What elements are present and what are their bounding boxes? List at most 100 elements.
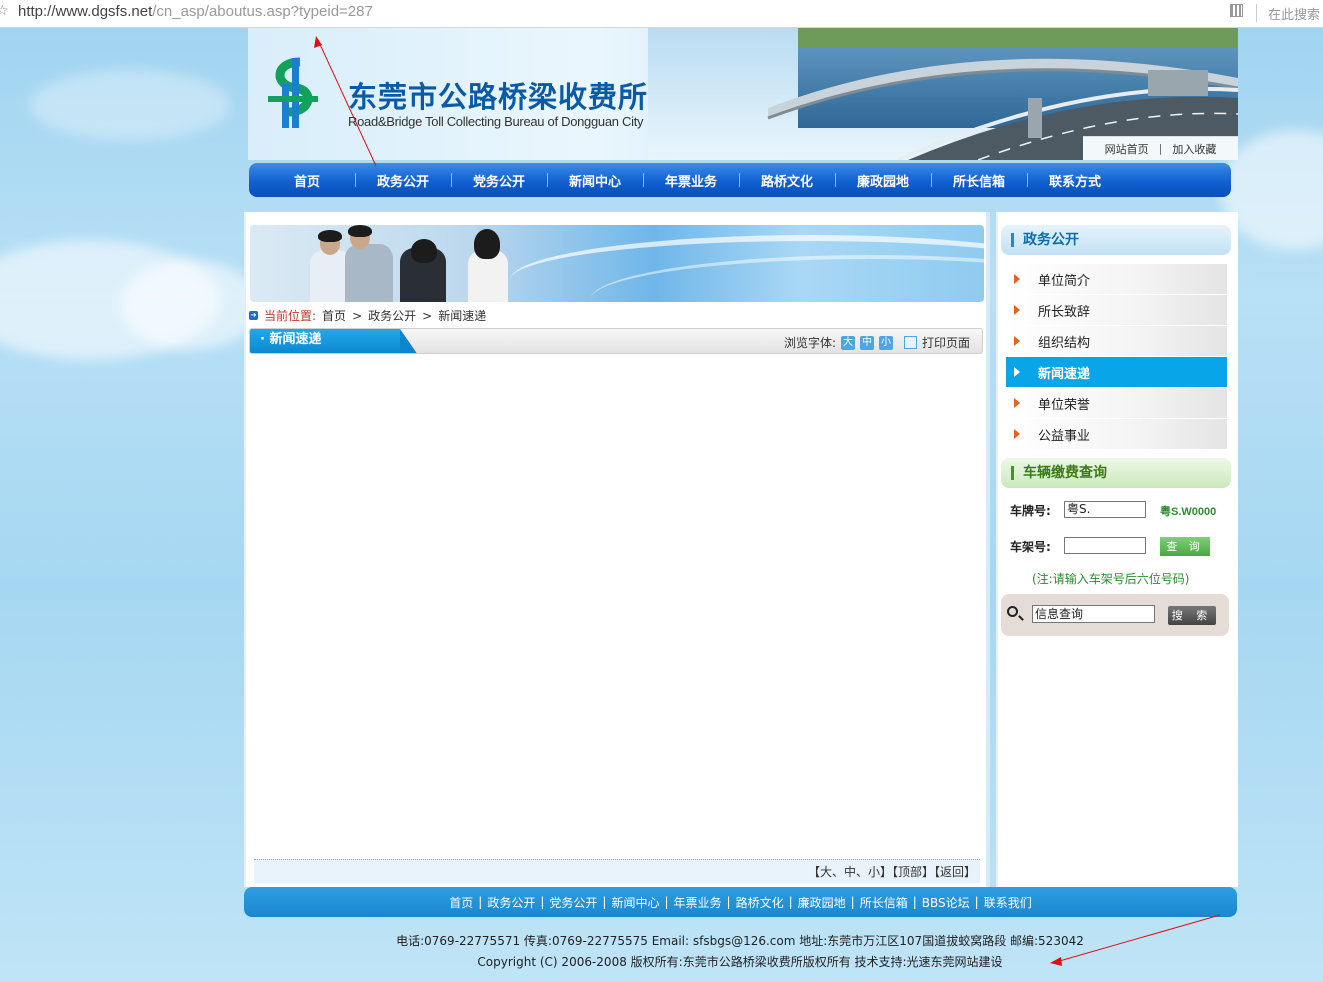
breadcrumb: ➜ 当前位置: 首页 > 政务公开 > 新闻速递 — [249, 307, 486, 324]
footer-link-gov-affairs[interactable]: 政务公开 — [487, 894, 535, 911]
arrow-right-icon: ➜ — [249, 311, 258, 320]
breadcrumb-separator: > — [352, 308, 363, 323]
print-page-link[interactable]: 打印页面 — [922, 334, 970, 351]
font-medium-button[interactable]: 中 — [859, 335, 874, 350]
sidebar-item-director-speech[interactable]: 所长致辞 — [1006, 295, 1227, 326]
nav-item-road-culture[interactable]: 路桥文化 — [739, 171, 835, 190]
qr-code-icon[interactable] — [1230, 4, 1243, 17]
content-title-bar: · 新闻速递 浏览字体: 大 中 小 打印页面 — [249, 328, 983, 354]
triangle-right-icon — [1014, 429, 1020, 439]
font-large-button[interactable]: 大 — [840, 335, 855, 350]
sidebar-item-honors[interactable]: 单位荣誉 — [1006, 388, 1227, 419]
frame-number-input[interactable] — [1064, 537, 1146, 554]
main-nav: 首页 政务公开 党务公开 新闻中心 年票业务 路桥文化 廉政园地 所长信箱 联系… — [249, 163, 1231, 197]
footer-separator: | — [912, 895, 917, 909]
footer-link-annual-ticket[interactable]: 年票业务 — [674, 894, 722, 911]
footer-separator: | — [540, 895, 545, 909]
nav-item-director-mailbox[interactable]: 所长信箱 — [931, 171, 1027, 190]
footer-separator: | — [602, 895, 607, 909]
site-search-box: 信息查询 搜 索 — [1001, 594, 1229, 636]
query-note: (注:请输入车架号后六位号码) — [1032, 572, 1190, 586]
footer-link-director-mailbox[interactable]: 所长信箱 — [860, 894, 908, 911]
footer-separator: | — [478, 895, 483, 909]
footer-link-news-center[interactable]: 新闻中心 — [611, 894, 659, 911]
header-top-links: 网站首页 | 加入收藏 — [1083, 136, 1238, 160]
nav-item-contact[interactable]: 联系方式 — [1027, 171, 1123, 190]
star-icon[interactable]: ☆ — [0, 3, 9, 19]
person-hair — [474, 229, 500, 259]
footer-link-party-affairs[interactable]: 党务公开 — [549, 894, 597, 911]
cloud-decoration — [120, 260, 260, 350]
triangle-right-icon — [1014, 305, 1020, 315]
breadcrumb-label: 当前位置: — [264, 309, 317, 323]
search-icon — [1007, 606, 1018, 617]
triangle-right-icon — [1014, 398, 1020, 408]
nav-item-integrity[interactable]: 廉政园地 — [835, 171, 931, 190]
print-icon[interactable] — [903, 336, 917, 349]
query-button[interactable]: 查 询 — [1160, 537, 1210, 556]
triangle-right-icon — [1014, 367, 1020, 377]
vehicle-query-title: 车辆缴费查询 — [1001, 458, 1231, 488]
font-size-tools: 浏览字体: 大 中 小 打印页面 — [784, 334, 970, 351]
home-link[interactable]: 网站首页 — [1105, 141, 1149, 157]
triangle-right-icon — [1014, 274, 1020, 284]
frame-label: 车架号: — [1010, 540, 1051, 554]
nav-item-home[interactable]: 首页 — [259, 171, 355, 190]
browser-search-input[interactable]: 在此搜索 — [1268, 4, 1320, 23]
plate-number-input[interactable]: 粤S. — [1064, 501, 1146, 518]
footer-separator: | — [726, 895, 731, 909]
sidebar-item-public-welfare[interactable]: 公益事业 — [1006, 419, 1227, 450]
footer-separator: | — [664, 895, 669, 909]
footer-copyright: Copyright (C) 2006-2008 版权所有:东莞市公路桥梁收费所版… — [477, 955, 1003, 969]
add-favorite-link[interactable]: 加入收藏 — [1172, 141, 1216, 157]
title-marker-icon — [1011, 233, 1014, 247]
sidebar-menu: 单位简介 所长致辞 组织结构 新闻速递 单位荣誉 公益事业 — [1006, 264, 1227, 450]
page-bottom-links[interactable]: 【大、中、小】【顶部】【返回】 — [254, 859, 980, 883]
section-banner-image — [250, 225, 984, 302]
footer-separator: | — [788, 895, 793, 909]
footer-nav: 首页 | 政务公开 | 党务公开 | 新闻中心 | 年票业务 | 路桥文化 | 廉政园地 | … — [244, 887, 1237, 917]
footer-separator: | — [974, 895, 979, 909]
nav-item-annual-ticket[interactable]: 年票业务 — [643, 171, 739, 190]
url-text[interactable]: http://www.dgsfs.net/cn_asp/aboutus.asp?… — [18, 3, 373, 20]
content-title: · 新闻速递 — [250, 329, 418, 353]
search-input[interactable]: 信息查询 — [1032, 605, 1155, 623]
breadcrumb-separator: > — [422, 308, 433, 323]
footer-link-home[interactable]: 首页 — [449, 894, 473, 911]
font-small-button[interactable]: 小 — [878, 335, 893, 350]
nav-item-gov-affairs[interactable]: 政务公开 — [355, 171, 451, 190]
search-button[interactable]: 搜 索 — [1168, 606, 1216, 625]
title-marker-icon — [1011, 466, 1014, 480]
site-header: 东莞市公路桥梁收费所 Road&Bridge Toll Collecting B… — [248, 28, 1238, 160]
breadcrumb-section-link[interactable]: 政务公开 — [368, 307, 416, 324]
site-title: 东莞市公路桥梁收费所 — [348, 80, 649, 114]
nav-item-party-affairs[interactable]: 党务公开 — [451, 171, 547, 190]
person-figure — [345, 244, 393, 302]
plate-format-hint: 粤S.W0000 — [1160, 506, 1217, 518]
footer-link-road-culture[interactable]: 路桥文化 — [736, 894, 784, 911]
breadcrumb-home-link[interactable]: 首页 — [322, 307, 346, 324]
triangle-right-icon — [1014, 336, 1020, 346]
breadcrumb-current: 新闻速递 — [438, 309, 487, 323]
link-separator: | — [1158, 142, 1163, 155]
browser-address-bar[interactable]: ☆ http://www.dgsfs.net/cn_asp/aboutus.as… — [0, 0, 1323, 28]
person-hair — [348, 225, 372, 237]
site-subtitle: Road&Bridge Toll Collecting Bureau of Do… — [348, 114, 644, 129]
footer-contact-info: 电话:0769-22775571 传真:0769-22775575 Email:… — [396, 934, 1084, 948]
cloud-decoration — [30, 70, 230, 140]
sidebar-section-title: 政务公开 — [1001, 225, 1231, 255]
sidebar-item-org-structure[interactable]: 组织结构 — [1006, 326, 1227, 357]
footer-link-contact-us[interactable]: 联系我们 — [984, 894, 1032, 911]
sidebar-item-company-intro[interactable]: 单位简介 — [1006, 264, 1227, 295]
footer-link-integrity[interactable]: 廉政园地 — [798, 894, 846, 911]
footer-separator: | — [850, 895, 855, 909]
footer-link-bbs[interactable]: BBS论坛 — [922, 894, 970, 911]
font-size-label: 浏览字体: — [783, 336, 836, 350]
nav-item-news-center[interactable]: 新闻中心 — [547, 171, 643, 190]
person-hair — [411, 239, 437, 263]
person-hair — [318, 230, 342, 242]
toolbar-divider — [1256, 4, 1257, 22]
plate-label: 车牌号: — [1010, 504, 1051, 518]
sidebar-item-news[interactable]: 新闻速递 — [1006, 357, 1227, 388]
site-logo-icon — [268, 57, 318, 128]
